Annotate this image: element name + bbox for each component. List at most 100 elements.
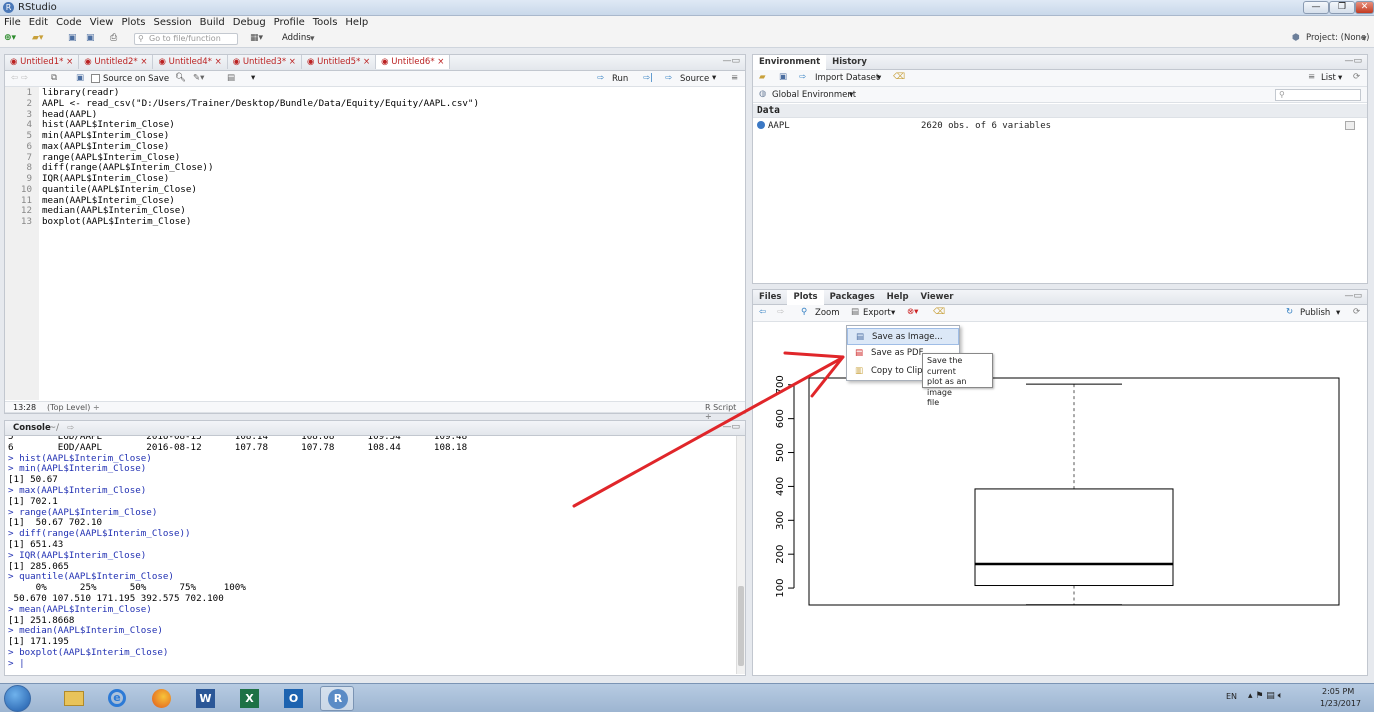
firefox-icon[interactable] [144, 686, 178, 711]
tab-packages[interactable]: Packages [824, 290, 881, 305]
menu-session[interactable]: Session [150, 16, 196, 30]
menu-tools[interactable]: Tools [309, 16, 342, 30]
scope-indicator[interactable]: (Top Level) ÷ [47, 403, 100, 412]
view-table-icon[interactable] [1345, 121, 1355, 130]
code-line[interactable]: AAPL <- read_csv("D:/Users/Trainer/Deskt… [42, 98, 479, 110]
zoom-button[interactable]: Zoom [815, 308, 840, 318]
tab-untitled3[interactable]: ◉ Untitled3* × [228, 55, 302, 69]
goto-file-input[interactable]: Go to file/function [134, 33, 238, 45]
chevron-down-icon[interactable]: ▾ [849, 90, 853, 100]
tab-history[interactable]: History [826, 55, 873, 70]
maximize-pane-icon[interactable]: —▭ [722, 56, 740, 66]
save-icon[interactable]: ▣ [68, 33, 77, 45]
rerun-icon[interactable]: ⇨| [643, 73, 653, 83]
menu-edit[interactable]: Edit [25, 16, 52, 30]
forward-arrow-icon[interactable]: ⇨ [777, 307, 784, 317]
tab-untitled6[interactable]: ◉ Untitled6* × [376, 55, 451, 69]
env-row-aapl[interactable]: AAPL 2620 obs. of 6 variables [753, 119, 1367, 133]
publish-icon[interactable]: ↻ [1286, 307, 1293, 317]
back-arrow-icon[interactable]: ⇦ [759, 307, 766, 317]
chevron-down-icon[interactable]: ▾ [1336, 308, 1340, 318]
tab-untitled2[interactable]: ◉ Untitled2* × [79, 55, 154, 69]
code-line[interactable]: boxplot(AAPL$Interim_Close) [42, 216, 479, 228]
source-button[interactable]: Source [680, 74, 709, 84]
tab-viewer[interactable]: Viewer [915, 290, 960, 305]
internet-explorer-icon[interactable]: e [100, 686, 134, 711]
compile-icon[interactable]: ▤ [227, 73, 235, 83]
chevron-down-icon[interactable]: ▾ [891, 308, 895, 318]
expand-icon[interactable] [757, 121, 765, 129]
publish-button[interactable]: Publish [1300, 308, 1330, 318]
chevron-down-icon[interactable]: ▾ [310, 34, 315, 46]
maximize-pane-icon[interactable]: —▭ [722, 422, 740, 432]
console-output[interactable]: 5 EOD/AAPL 2016-08-15 108.14 108.08 109.… [5, 436, 737, 674]
menu-code[interactable]: Code [52, 16, 86, 30]
minimize-button[interactable]: — [1303, 1, 1329, 14]
wand-icon[interactable]: ✎▾ [193, 73, 204, 83]
tab-plots[interactable]: Plots [787, 290, 824, 305]
open-folder-icon[interactable]: ▰▾ [32, 33, 43, 45]
print-icon[interactable]: ⎙ [110, 33, 117, 45]
tab-untitled1[interactable]: ◉ Untitled1* × [5, 55, 80, 69]
menu-build[interactable]: Build [196, 16, 229, 30]
menu-view[interactable]: View [86, 16, 118, 30]
maximize-button[interactable]: ❐ [1329, 1, 1355, 14]
zoom-icon[interactable]: ⚲ [801, 307, 807, 317]
chevron-down-icon[interactable]: ▾ [712, 73, 716, 83]
remove-plot-icon[interactable]: ⊗▾ [907, 307, 918, 317]
broom-icon[interactable]: ⌫ [933, 307, 945, 317]
file-explorer-icon[interactable] [56, 686, 90, 711]
code-line[interactable]: quantile(AAPL$Interim_Close) [42, 184, 479, 196]
menu-plots[interactable]: Plots [117, 16, 149, 30]
scope-selector[interactable]: Global Environment [772, 90, 856, 100]
chevron-down-icon[interactable]: ▾ [1338, 73, 1342, 83]
refresh-icon[interactable]: ⟳ [1353, 307, 1360, 317]
menu-item-copy-to-clipboard[interactable]: ▥ Copy to Clipboard... [847, 363, 923, 380]
code-lines[interactable]: library(readr) AAPL <- read_csv("D:/Users… [42, 87, 479, 228]
scrollbar-thumb[interactable] [738, 586, 744, 666]
tab-environment[interactable]: Environment [753, 55, 827, 70]
goto-dir-icon[interactable]: ⇨ [67, 423, 74, 433]
clock-time[interactable]: 2:05 PM [1322, 687, 1354, 696]
environment-search-input[interactable]: ⚲ [1275, 89, 1361, 101]
menu-help[interactable]: Help [341, 16, 372, 30]
close-button[interactable]: ✕ [1355, 1, 1374, 14]
source-on-save-checkbox[interactable] [91, 74, 100, 83]
chevron-down-icon[interactable]: ▾ [877, 73, 881, 83]
word-icon[interactable]: W [188, 686, 222, 711]
save-icon[interactable]: ▣ [76, 73, 84, 83]
tab-files[interactable]: Files [753, 290, 787, 305]
source-icon[interactable]: ⇨ [665, 73, 672, 83]
broom-icon[interactable]: ⌫ [893, 72, 905, 82]
run-icon[interactable]: ⇨ [597, 73, 604, 83]
excel-icon[interactable]: X [232, 686, 266, 711]
tab-untitled4[interactable]: ◉ Untitled4* × [153, 55, 228, 69]
clock-date[interactable]: 1/23/2017 [1320, 699, 1361, 708]
import-dataset-button[interactable]: Import Dataset [815, 73, 879, 83]
menu-debug[interactable]: Debug [229, 16, 270, 30]
save-icon[interactable]: ▣ [779, 72, 787, 82]
menu-item-save-as-image[interactable]: ▤ Save as Image... [847, 328, 959, 345]
show-in-window-icon[interactable]: ⧉ [51, 73, 57, 83]
export-icon[interactable]: ▤ [851, 307, 859, 317]
maximize-pane-icon[interactable]: —▭ [1344, 56, 1362, 66]
refresh-icon[interactable]: ⟳ [1353, 72, 1360, 82]
project-menu[interactable]: Project: (None) [1306, 33, 1369, 45]
addins-button[interactable]: Addins [282, 33, 311, 45]
console-title[interactable]: Console [13, 423, 51, 433]
list-view-button[interactable]: List [1321, 73, 1336, 83]
chevron-down-icon[interactable]: ▾ [251, 73, 255, 83]
tray-icons[interactable]: ▴ ⚑ ▤ 🔈︎ [1248, 691, 1283, 701]
workspace-panes-icon[interactable]: ▦▾ [250, 33, 263, 45]
outlook-icon[interactable]: O [276, 686, 310, 711]
export-button[interactable]: Export [863, 308, 891, 318]
menu-file[interactable]: File [0, 16, 25, 30]
language-indicator[interactable]: EN [1226, 692, 1237, 701]
outline-icon[interactable]: ≡ [731, 73, 738, 83]
console-scrollbar[interactable] [736, 436, 745, 674]
chevron-down-icon[interactable]: ▾ [1362, 34, 1367, 46]
maximize-pane-icon[interactable]: —▭ [1344, 291, 1362, 301]
tab-help[interactable]: Help [881, 290, 915, 305]
code-line[interactable]: max(AAPL$Interim_Close) [42, 141, 479, 153]
new-file-icon[interactable]: ⊕▾ [4, 33, 16, 45]
